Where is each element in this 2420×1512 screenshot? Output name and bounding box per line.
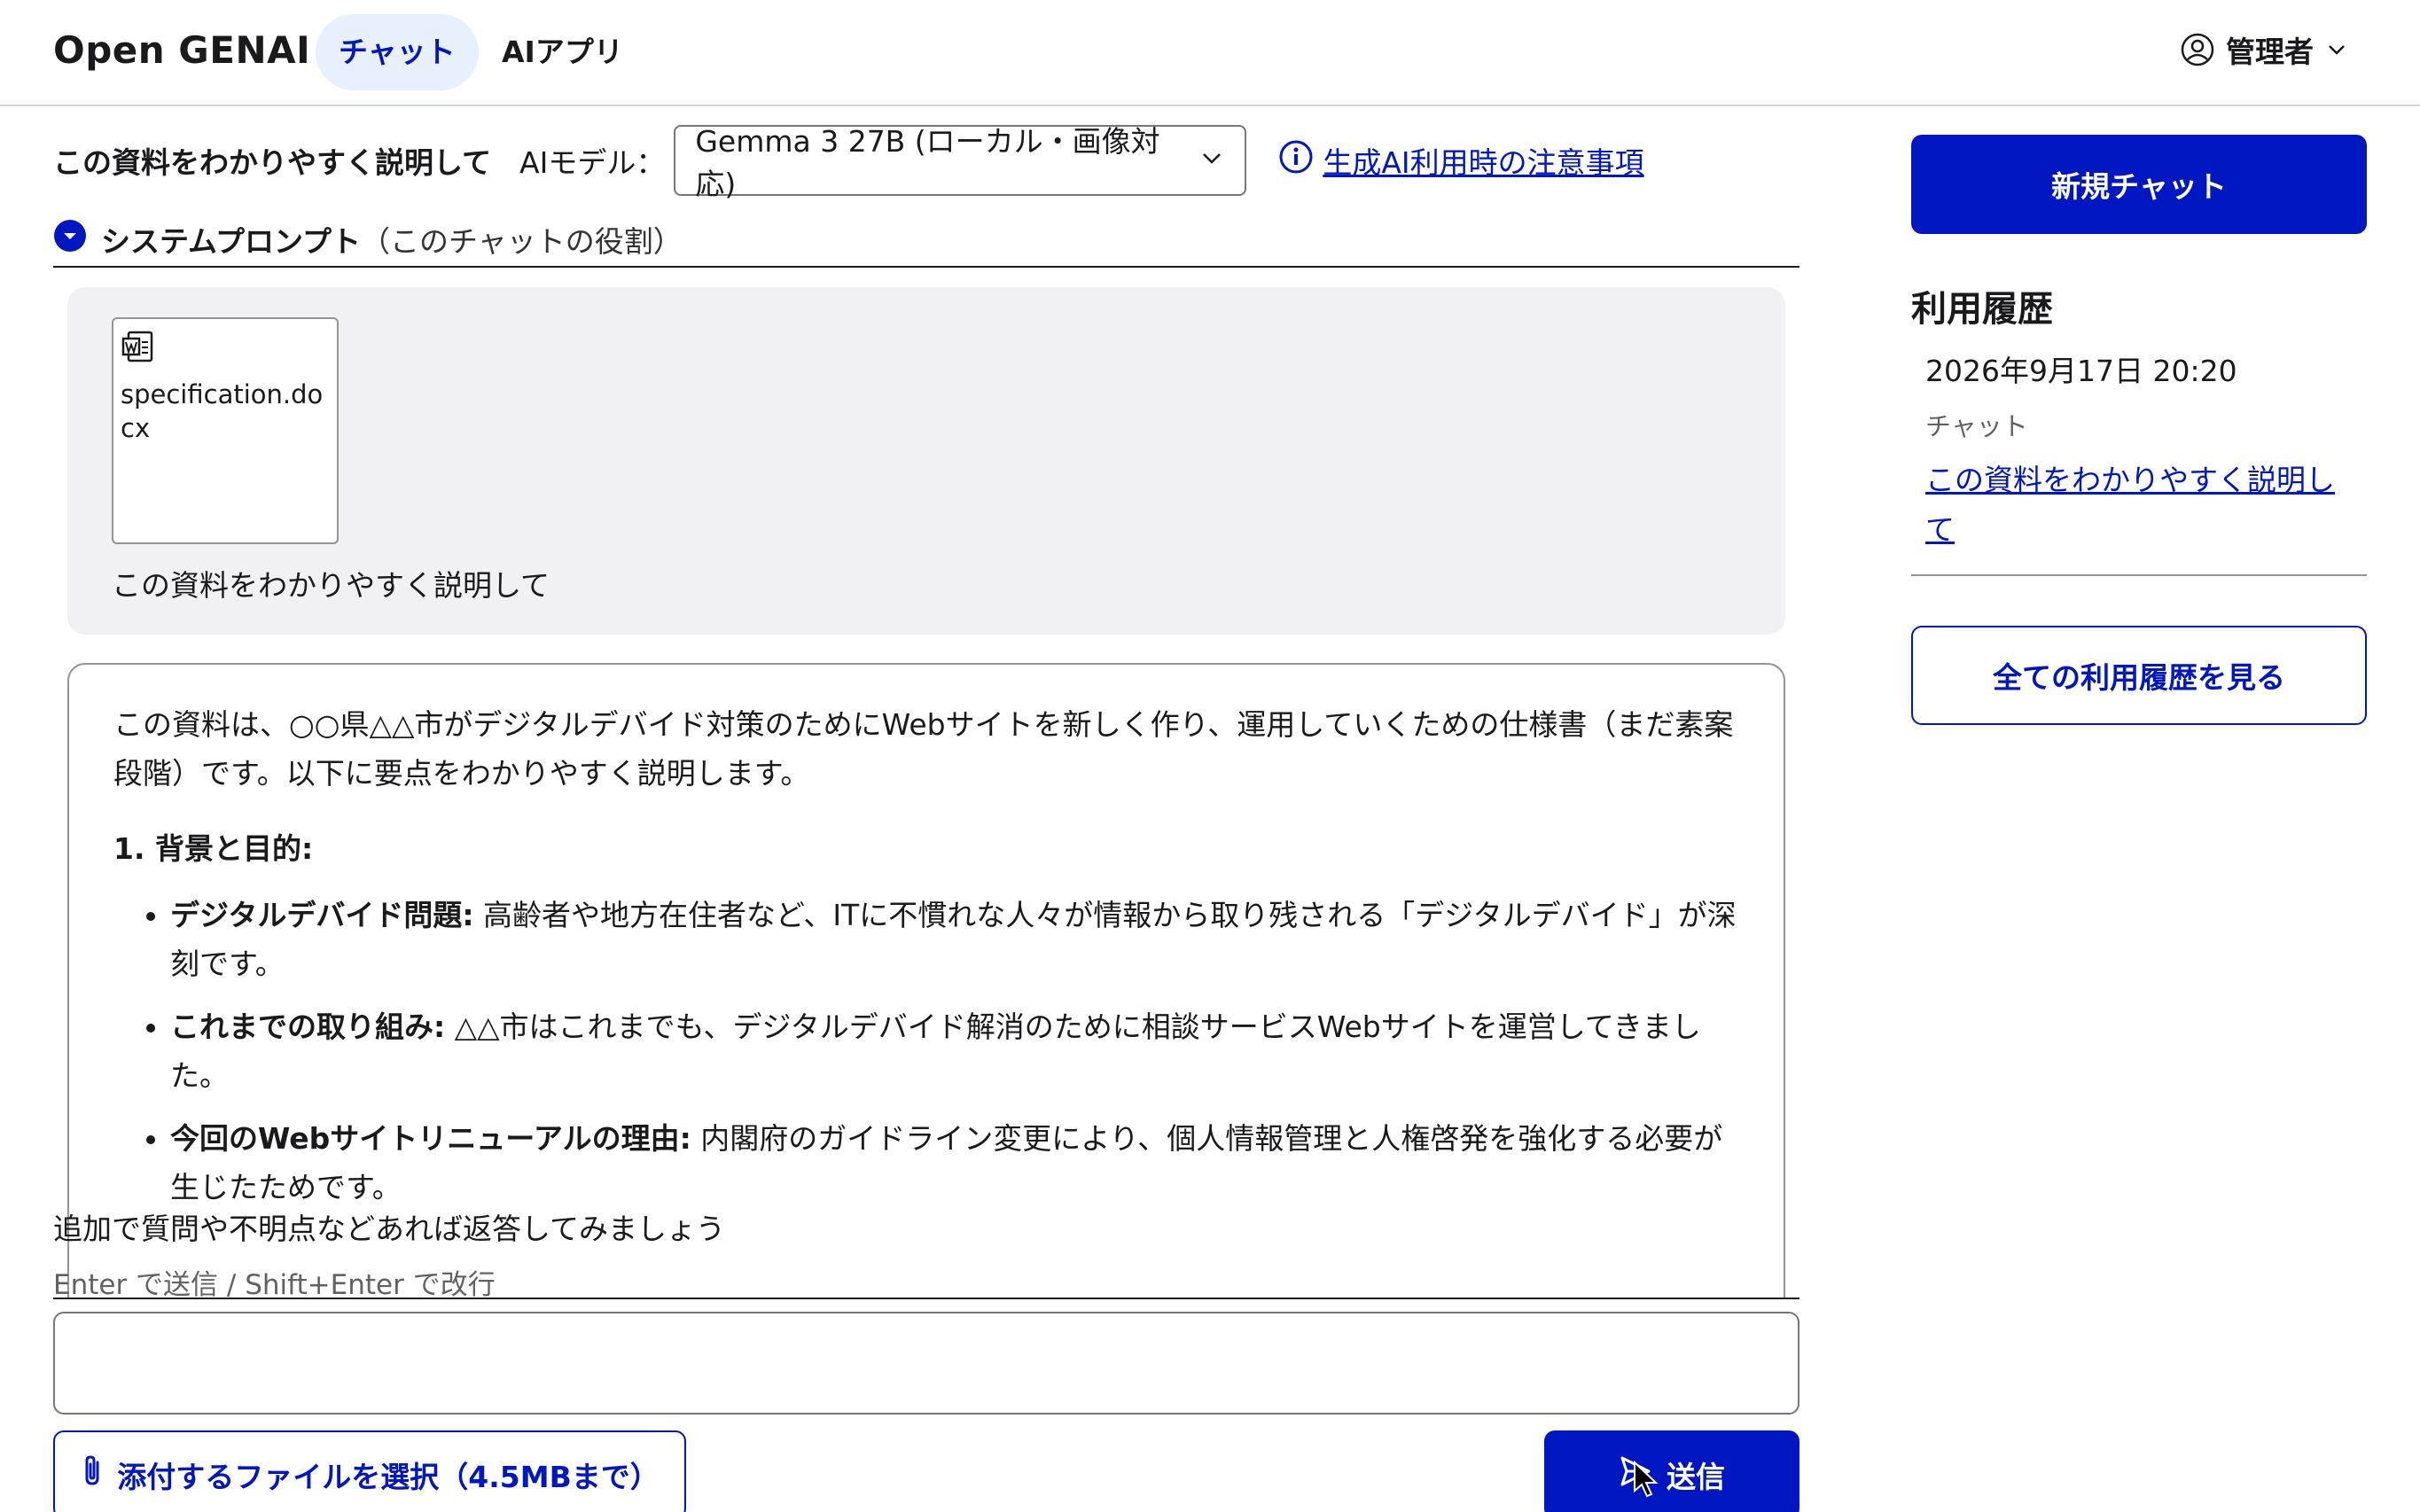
user-message: specification.docx この資料をわかりやすく説明して bbox=[67, 287, 1785, 635]
history-sidebar: 新規チャット 利用履歴 2026年9月17日 20:20 チャット この資料をわ… bbox=[1911, 106, 2367, 815]
tab-ai-apps[interactable]: AIアプリ bbox=[479, 14, 646, 90]
user-circle-icon bbox=[2180, 32, 2215, 67]
model-label: AIモデル： bbox=[519, 145, 666, 180]
chat-main: この資料をわかりやすく説明して AIモデル： Gemma 3 27B (ローカル… bbox=[53, 106, 1799, 1512]
chevron-down-icon bbox=[1198, 144, 1225, 178]
file-name: specification.docx bbox=[121, 379, 324, 443]
user-menu[interactable]: 管理者 bbox=[2180, 28, 2349, 71]
list-item: デジタルデバイド問題: 高齢者や地方在住者など、ITに不慣れな人々が情報から取り… bbox=[170, 891, 1739, 988]
attach-file-label: 添付するファイルを選択（4.5MBまで） bbox=[117, 1460, 660, 1494]
info-icon bbox=[1278, 139, 1314, 182]
list-item-bold: これまでの取り組み: bbox=[170, 1009, 446, 1044]
list-item: 今回のWebサイトリニューアルの理由: 内閣府のガイドライン変更により、個人情報… bbox=[170, 1114, 1739, 1212]
mouse-cursor-icon bbox=[1633, 1460, 1659, 1503]
list-item-bold: デジタルデバイド問題: bbox=[170, 898, 474, 932]
ai-response-list: デジタルデバイド問題: 高齢者や地方在住者など、ITに不慣れな人々が情報から取り… bbox=[113, 891, 1739, 1212]
system-prompt-sub: （このチャットの役割） bbox=[361, 224, 683, 259]
system-prompt-label: システムプロンプト bbox=[101, 224, 362, 259]
input-hint: 追加で質問や不明点などあれば返答してみましょう bbox=[53, 1212, 726, 1246]
model-select-value: Gemma 3 27B (ローカル・画像対応) bbox=[695, 124, 1160, 201]
chat-toolbar: この資料をわかりやすく説明して AIモデル： Gemma 3 27B (ローカル… bbox=[53, 124, 1799, 201]
chat-messages[interactable]: specification.docx この資料をわかりやすく説明して この資料は… bbox=[53, 269, 1799, 1299]
ai-response-heading: 1. 背景と目的: bbox=[113, 831, 314, 866]
history-title: 利用履歴 bbox=[1911, 289, 2053, 330]
list-item-bold: 今回のWebサイトリニューアルの理由: bbox=[170, 1121, 691, 1156]
notice-link-label: 生成AI利用時の注意事項 bbox=[1323, 145, 1644, 180]
word-file-icon bbox=[121, 331, 156, 369]
send-button[interactable]: 送信 bbox=[1544, 1430, 1799, 1512]
shortcut-hint: Enter で送信 / Shift+Enter で改行 bbox=[53, 1269, 496, 1301]
chevron-down-icon bbox=[2324, 37, 2349, 62]
new-chat-button[interactable]: 新規チャット bbox=[1911, 135, 2367, 234]
user-name: 管理者 bbox=[2226, 35, 2314, 69]
history-item: 2026年9月17日 20:20 チャット この資料をわかりやすく説明して bbox=[1911, 347, 2367, 576]
chat-title: この資料をわかりやすく説明して bbox=[53, 145, 492, 180]
chat-input[interactable] bbox=[53, 1312, 1799, 1415]
app-header: Open GENAI チャット AIアプリ 管理者 bbox=[0, 0, 2420, 106]
model-select[interactable]: Gemma 3 27B (ローカル・画像対応) bbox=[674, 124, 1247, 201]
all-history-button[interactable]: 全ての利用履歴を見る bbox=[1911, 626, 2367, 725]
history-date: 2026年9月17日 20:20 bbox=[1925, 354, 2237, 388]
ai-response-intro: この資料は、○○県△△市がデジタルデバイド対策のためにWebサイトを新しく作り、… bbox=[113, 707, 1734, 791]
ai-response: この資料は、○○県△△市がデジタルデバイド対策のためにWebサイトを新しく作り、… bbox=[67, 663, 1785, 1298]
send-label: 送信 bbox=[1667, 1460, 1725, 1494]
notice-link[interactable]: 生成AI利用時の注意事項 bbox=[1278, 139, 1644, 182]
system-prompt-toggle[interactable]: システムプロンプト （このチャットの役割） bbox=[53, 213, 1799, 268]
user-message-text: この資料をわかりやすく説明して bbox=[112, 568, 550, 603]
tab-chat[interactable]: チャット bbox=[316, 14, 479, 90]
history-type: チャット bbox=[1925, 411, 2028, 441]
attach-file-button[interactable]: 添付するファイルを選択（4.5MBまで） bbox=[53, 1430, 686, 1512]
history-link[interactable]: この資料をわかりやすく説明して bbox=[1925, 456, 2351, 555]
paperclip-icon bbox=[80, 1454, 106, 1496]
app-logo[interactable]: Open GENAI bbox=[53, 28, 310, 72]
attached-file-card[interactable]: specification.docx bbox=[112, 317, 339, 544]
list-item: これまでの取り組み: △△市はこれまでも、デジタルデバイド解消のために相談サービ… bbox=[170, 1002, 1739, 1100]
chevron-down-circle-icon bbox=[53, 219, 87, 260]
